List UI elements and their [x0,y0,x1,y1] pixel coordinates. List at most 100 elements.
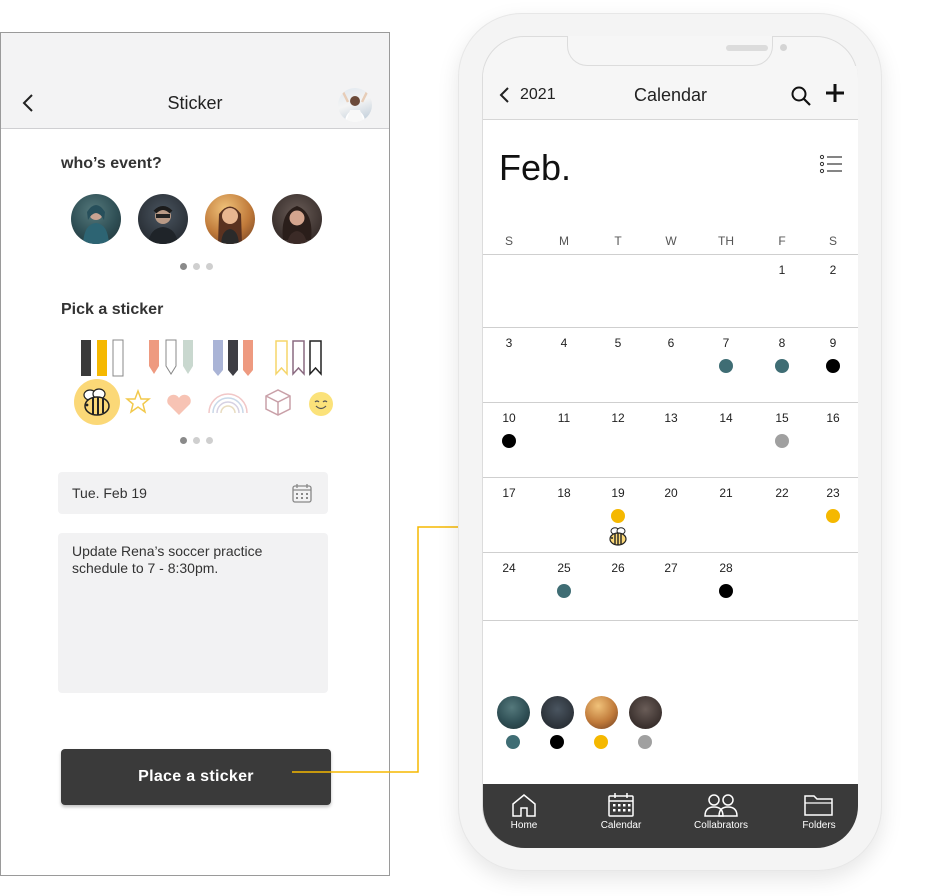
page-dot[interactable] [206,437,213,444]
tab-home[interactable]: Home [489,784,559,848]
calendar-day[interactable]: 23 [818,486,848,500]
calendar-day[interactable]: 19 [603,486,633,500]
page-dot[interactable] [180,263,187,270]
event-dot[interactable] [775,359,789,373]
calendar-day[interactable]: 27 [656,561,686,575]
weekday-header: M [559,234,569,248]
calendar-day[interactable]: 6 [656,336,686,350]
box-icon[interactable] [263,387,293,417]
person-2-avatar[interactable] [541,696,574,729]
person-2-avatar[interactable] [138,194,188,244]
calendar-day[interactable]: 17 [494,486,524,500]
note-textarea[interactable]: Update Rena’s soccer practice schedule t… [58,533,328,693]
calendar-day[interactable]: 20 [656,486,686,500]
calendar-day[interactable]: 4 [549,336,579,350]
calendar-icon [608,793,634,817]
weekday-header: S [828,234,837,248]
date-field[interactable]: Tue. Feb 19 [58,472,328,514]
event-dot[interactable] [557,584,571,598]
person-1-avatar[interactable] [497,696,530,729]
calendar-day[interactable]: 26 [603,561,633,575]
collaborators-icon [704,794,738,817]
calendar-day[interactable]: 7 [711,336,741,350]
pick-sticker-label: Pick a sticker [61,301,164,318]
tab-folders[interactable]: Folders [784,784,854,848]
plus-icon[interactable] [824,82,846,104]
event-dot[interactable] [826,509,840,523]
page-dot[interactable] [206,263,213,270]
weekday-header: W [665,234,677,248]
bee-icon [83,388,110,416]
calendar-day[interactable]: 13 [656,411,686,425]
calendar-day[interactable]: 24 [494,561,524,575]
calendar-day[interactable]: 11 [549,411,579,425]
rainbow-icon[interactable] [206,391,250,415]
sticker-header: Sticker [1,33,389,129]
person-3-avatar[interactable] [585,696,618,729]
calendar-day[interactable]: 15 [767,411,797,425]
screen-title: Sticker [167,93,223,113]
calendar-icon[interactable] [291,482,313,504]
star-icon[interactable] [125,389,151,415]
smiley-icon[interactable] [307,390,335,418]
front-camera [780,44,787,51]
calendar-day[interactable]: 28 [711,561,741,575]
event-dot[interactable] [719,584,733,598]
event-dot[interactable] [611,509,625,523]
calendar-day[interactable]: 16 [818,411,848,425]
home-icon [512,794,536,817]
calendar-day[interactable]: 14 [711,411,741,425]
weekday-header: F [778,234,786,248]
legend-color-dot [638,735,652,749]
legend-color-dot [550,735,564,749]
event-dot[interactable] [826,359,840,373]
calendar-day[interactable]: 12 [603,411,633,425]
week-divider [483,552,858,553]
calendar-day[interactable]: 1 [767,263,797,277]
bee-sticker-selected[interactable] [74,379,120,425]
page-dot[interactable] [180,437,187,444]
calendar-body: Feb. S M T W TH F S 1 2 3 4 5 6 7 8 9 10 11 12 13 14 15 16 17 18… [483,120,858,784]
calendar-day[interactable]: 2 [818,263,848,277]
person-3-avatar[interactable] [205,194,255,244]
calendar-day[interactable]: 5 [603,336,633,350]
arrow-salmon-white-green-icon[interactable] [146,338,196,378]
calendar-day[interactable]: 25 [549,561,579,575]
page-dot[interactable] [193,437,200,444]
phone-notch [567,36,787,66]
search-icon[interactable] [790,85,812,107]
bookmark-lavender-charcoal-salmon-icon[interactable] [211,338,255,378]
page-dot[interactable] [193,263,200,270]
event-dot[interactable] [719,359,733,373]
calendar-day[interactable]: 22 [767,486,797,500]
bookmark-black-yellow-white-icon[interactable] [79,338,127,378]
person-4-avatar[interactable] [272,194,322,244]
people-pagination [180,263,213,270]
calendar-day[interactable]: 18 [549,486,579,500]
user-avatar[interactable] [338,88,372,122]
heart-icon[interactable] [165,393,193,417]
place-sticker-button[interactable]: Place a sticker [61,749,331,805]
bottom-tab-bar: Home Calendar Collabrators Folders [483,784,858,848]
calendar-day[interactable]: 10 [494,411,524,425]
calendar-day[interactable]: 9 [818,336,848,350]
calendar-day[interactable]: 8 [767,336,797,350]
calendar-day[interactable]: 3 [494,336,524,350]
tab-folders-label: Folders [802,820,836,831]
list-view-icon[interactable] [819,154,843,176]
bookmark-outline-icon[interactable] [273,338,325,378]
event-dot[interactable] [775,434,789,448]
calendar-header: 2021 Calendar [483,66,858,120]
event-dot[interactable] [502,434,516,448]
weekday-header: S [504,234,513,248]
tab-calendar[interactable]: Calendar [586,784,656,848]
bee-icon[interactable] [606,525,630,547]
speaker-grille [726,45,768,51]
tab-collaborators[interactable]: Collabrators [681,784,761,848]
legend-color-dot [506,735,520,749]
tab-collaborators-label: Collabrators [694,820,748,831]
person-4-avatar[interactable] [629,696,662,729]
calendar-day[interactable]: 21 [711,486,741,500]
weekday-header: T [614,234,622,248]
person-1-avatar[interactable] [71,194,121,244]
